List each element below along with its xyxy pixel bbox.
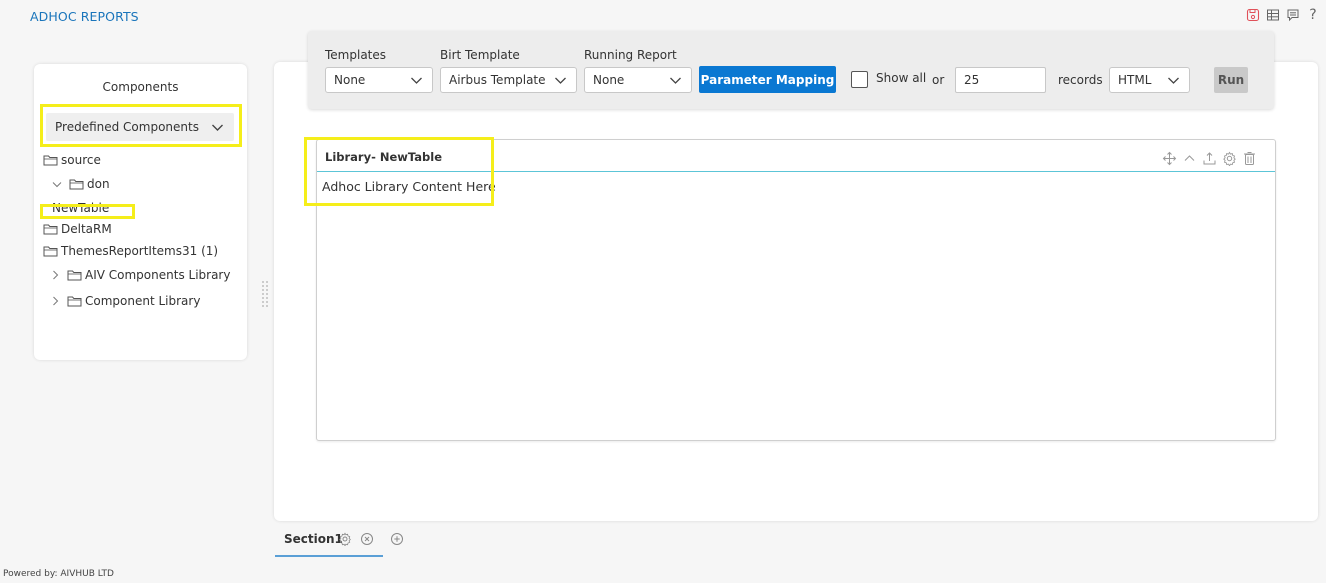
show-all-label: Show all <box>876 71 927 85</box>
section-close-icon[interactable] <box>360 532 374 546</box>
running-report-label: Running Report <box>584 48 677 62</box>
comment-icon[interactable] <box>1286 8 1300 22</box>
widget-content: Adhoc Library Content Here <box>322 179 496 194</box>
folder-icon <box>43 155 58 166</box>
tree-item-component-library[interactable]: Component Library <box>50 294 200 308</box>
tree-item-label: Component Library <box>85 294 201 308</box>
output-format-value: HTML <box>1118 73 1152 87</box>
birt-template-label: Birt Template <box>440 48 520 62</box>
tree-item-newtable[interactable]: NewTable <box>52 201 109 215</box>
chevron-down-icon <box>555 77 566 84</box>
app-title: ADHOC REPORTS <box>30 9 139 24</box>
report-toolbar: Templates None Birt Template Airbus Temp… <box>308 31 1274 109</box>
help-icon[interactable]: ? <box>1306 7 1320 23</box>
component-type-value: Predefined Components <box>55 120 199 134</box>
chevron-down-icon[interactable] <box>52 179 62 189</box>
records-label: records <box>1058 73 1103 87</box>
library-widget: Library- NewTable Adhoc Library Content … <box>316 139 1276 441</box>
records-count-input[interactable] <box>955 67 1046 93</box>
widget-toolbar <box>1162 151 1257 166</box>
tree-item-deltarm[interactable]: DeltaRM <box>43 222 112 236</box>
folder-icon <box>69 179 84 190</box>
tree-item-source[interactable]: source <box>43 153 101 167</box>
run-button[interactable]: Run <box>1214 67 1248 93</box>
or-label: or <box>932 73 945 87</box>
tree-item-label: AIV Components Library <box>85 268 231 282</box>
chevron-down-icon <box>670 77 681 84</box>
birt-template-select[interactable]: Airbus Template <box>440 67 577 93</box>
chevron-down-icon <box>1168 77 1179 84</box>
running-report-select[interactable]: None <box>584 67 692 93</box>
templates-value: None <box>334 73 366 87</box>
save-icon[interactable] <box>1246 8 1260 22</box>
tree-item-don[interactable]: don <box>52 177 110 191</box>
chevron-right-icon[interactable] <box>50 296 60 306</box>
add-section-icon[interactable] <box>390 532 404 546</box>
tree-item-label: don <box>87 177 110 191</box>
components-panel-title: Components <box>102 80 179 94</box>
widget-title: Library- NewTable <box>325 150 443 164</box>
tree-item-themesreportitems31[interactable]: ThemesReportItems31 (1) <box>43 244 218 258</box>
component-type-dropdown[interactable]: Predefined Components <box>46 113 234 141</box>
chevron-down-icon <box>411 77 422 84</box>
templates-label: Templates <box>325 48 387 62</box>
export-icon[interactable] <box>1202 151 1217 166</box>
parameter-mapping-button[interactable]: Parameter Mapping <box>699 66 836 93</box>
chevron-right-icon[interactable] <box>50 270 60 280</box>
tree-item-label: NewTable <box>52 201 110 215</box>
section-tab-section1[interactable]: Section1 <box>275 527 383 557</box>
panel-resize-handle[interactable] <box>262 281 269 308</box>
collapse-icon[interactable] <box>1182 151 1197 166</box>
section-settings-icon[interactable] <box>338 532 352 547</box>
widget-header: Library- NewTable <box>317 140 1275 172</box>
folder-icon <box>43 224 58 235</box>
chevron-down-icon <box>212 124 223 131</box>
section-tab-label: Section1 <box>284 532 343 546</box>
move-icon[interactable] <box>1162 151 1177 166</box>
show-all-checkbox[interactable] <box>851 71 868 88</box>
tree-item-label: source <box>61 153 101 167</box>
top-icon-bar: ? <box>1246 7 1320 23</box>
table-icon[interactable] <box>1266 8 1280 22</box>
tree-item-label: ThemesReportItems31 (1) <box>61 244 219 258</box>
tree-item-label: DeltaRM <box>61 222 112 236</box>
footer-powered-by: Powered by: AIVHUB LTD <box>3 569 114 579</box>
running-report-value: None <box>593 73 625 87</box>
folder-icon <box>67 270 82 281</box>
folder-icon <box>43 246 58 257</box>
folder-icon <box>67 296 82 307</box>
delete-icon[interactable] <box>1242 151 1257 166</box>
templates-select[interactable]: None <box>325 67 433 93</box>
tree-item-aiv-components-library[interactable]: AIV Components Library <box>50 268 230 282</box>
output-format-select[interactable]: HTML <box>1109 67 1190 93</box>
settings-icon[interactable] <box>1222 151 1237 166</box>
birt-template-value: Airbus Template <box>449 73 546 87</box>
